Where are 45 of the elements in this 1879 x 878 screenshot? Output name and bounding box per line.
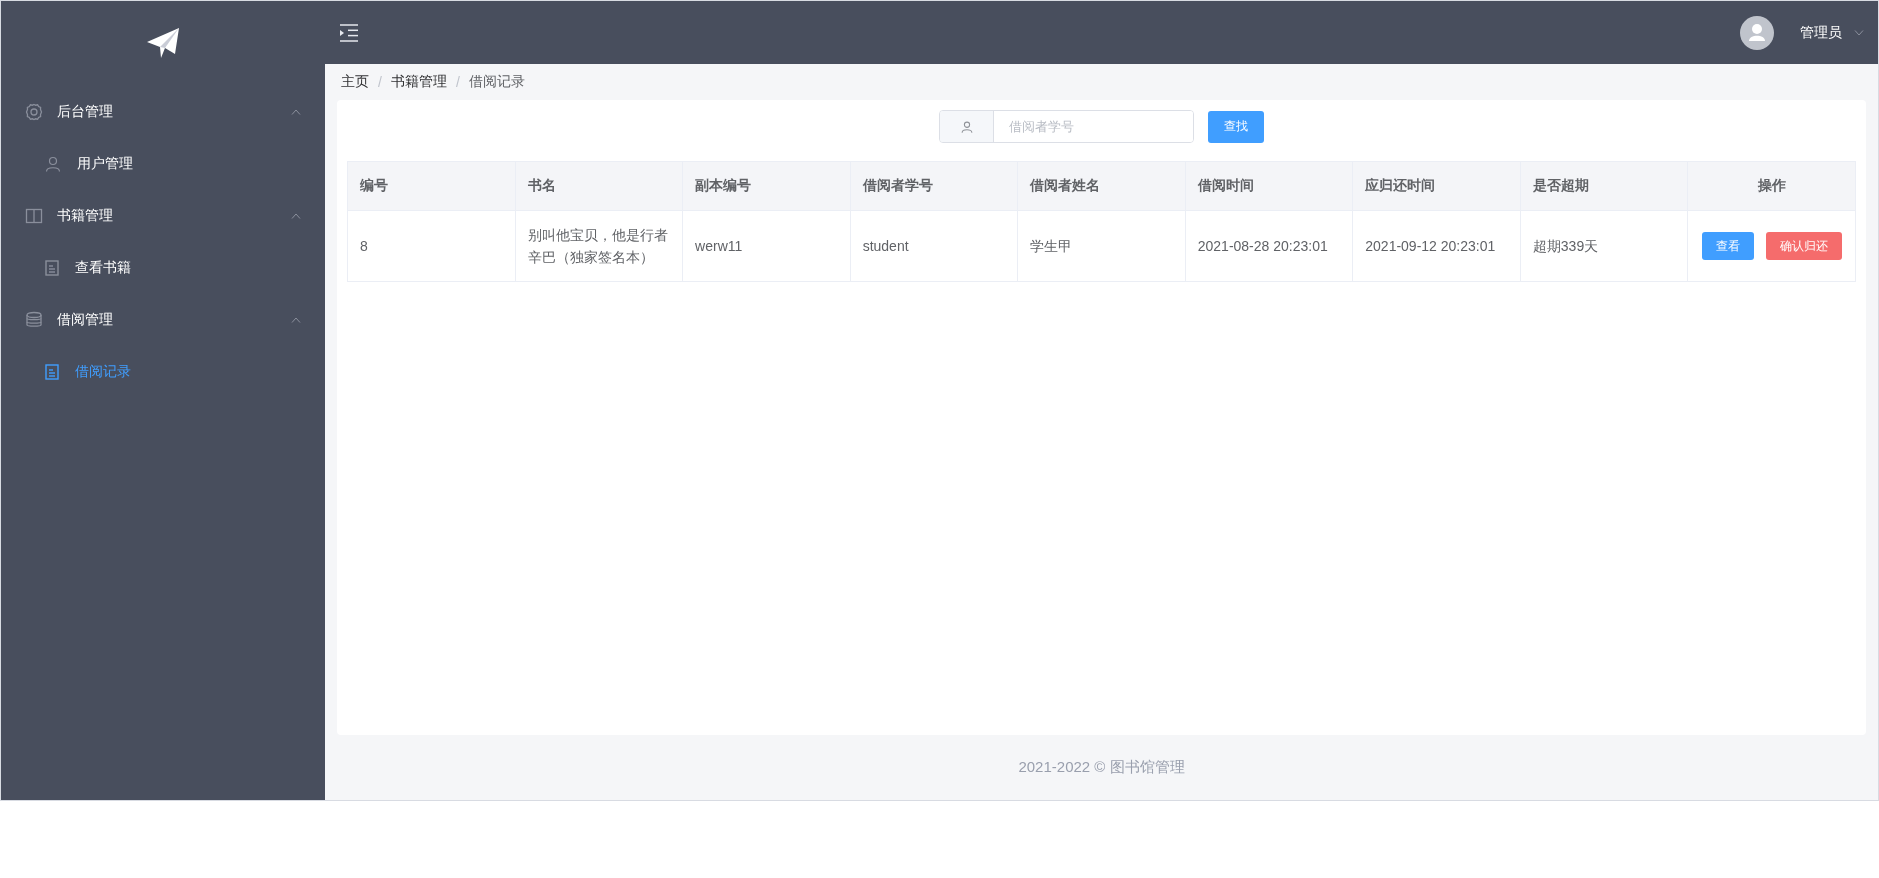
menu-icon[interactable] — [339, 23, 359, 42]
book-icon — [25, 207, 43, 225]
menu-group-label: 后台管理 — [57, 103, 114, 121]
search-field[interactable]: 借阅者学号 — [939, 110, 1194, 143]
menu-item[interactable]: 查看书籍 — [1, 242, 325, 294]
user-icon — [960, 120, 973, 133]
menu-item[interactable]: 用户管理 — [1, 138, 325, 190]
breadcrumb-separator: / — [378, 74, 382, 90]
menu-group[interactable]: 借阅管理 — [1, 294, 325, 346]
column-header: 是否超期 — [1532, 177, 1589, 193]
menu-group[interactable]: 书籍管理 — [1, 190, 325, 242]
chevron-icon — [291, 109, 301, 115]
document-icon — [45, 364, 59, 380]
column-header: 借阅时间 — [1197, 177, 1254, 193]
column-header: 副本编号 — [695, 177, 752, 193]
table-cell: werw11 — [695, 238, 743, 254]
footer-text: 2021-2022 © 图书馆管理 — [1018, 758, 1185, 777]
avatar-icon[interactable] — [1740, 15, 1774, 50]
column-header: 借阅者姓名 — [1030, 177, 1101, 193]
table-cell: 8 — [360, 238, 368, 254]
breadcrumb-item: 借阅记录 — [468, 73, 525, 91]
settings-icon — [25, 103, 43, 121]
table-cell: 学生甲 — [1030, 238, 1073, 254]
chevron-icon — [291, 317, 301, 323]
table-cell: 别叫他宝贝，他是行者辛巴（独家签名本） — [527, 227, 668, 265]
table-cell: 2021-08-28 20:23:01 — [1197, 238, 1328, 254]
database-icon — [25, 311, 43, 329]
user-icon — [45, 156, 61, 172]
menu-group[interactable]: 后台管理 — [1, 86, 325, 138]
chevron-icon — [291, 213, 301, 219]
breadcrumb-separator: / — [455, 74, 460, 90]
table-cell: student — [862, 238, 909, 254]
menu-group-label: 书籍管理 — [57, 207, 114, 225]
column-header: 编号 — [360, 177, 388, 193]
column-header: 书名 — [527, 177, 556, 193]
breadcrumb-item[interactable]: 主页 — [341, 73, 369, 91]
user-name-dropdown[interactable]: 管理员 — [1800, 23, 1842, 42]
table-cell: 超期339天 — [1532, 238, 1599, 254]
menu-group-label: 借阅管理 — [57, 311, 114, 329]
column-header: 操作 — [1757, 177, 1786, 193]
document-icon — [45, 260, 59, 276]
breadcrumb-item[interactable]: 书籍管理 — [390, 73, 447, 91]
column-header: 借阅者学号 — [862, 177, 933, 193]
table-cell: 2021-09-12 20:23:01 — [1365, 238, 1496, 254]
column-header: 应归还时间 — [1365, 177, 1436, 193]
